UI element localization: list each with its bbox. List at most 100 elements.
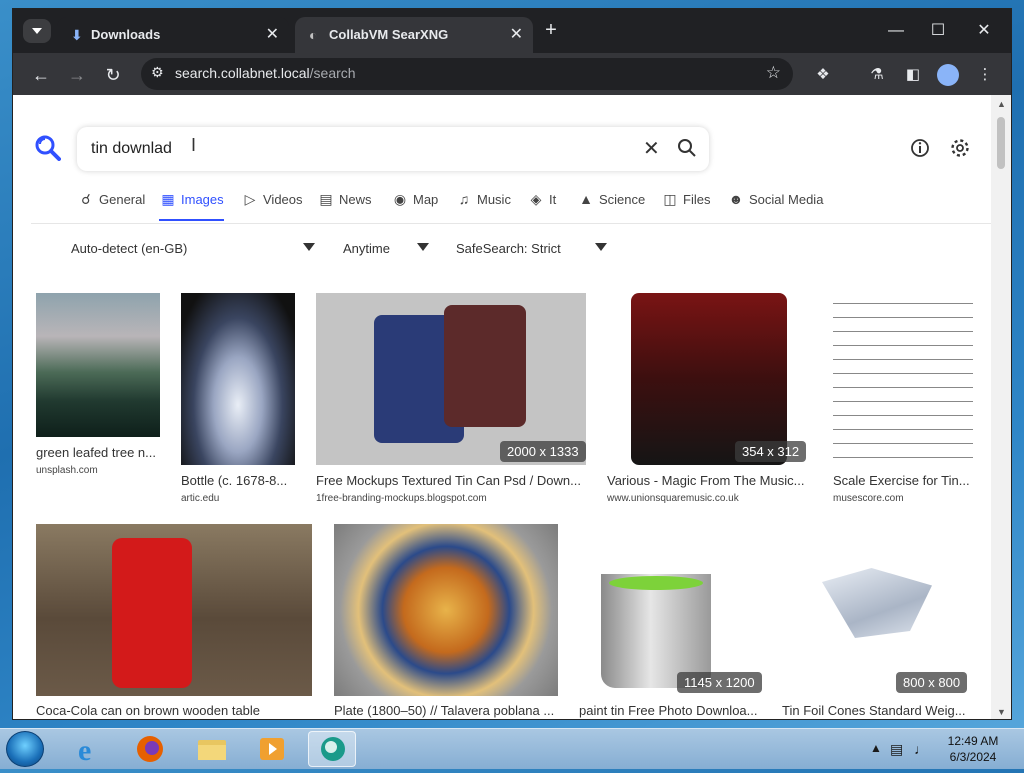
file-explorer-icon[interactable] xyxy=(188,731,236,767)
menu-kebab-icon[interactable]: ⋮ xyxy=(973,63,997,87)
volume-muted-icon[interactable]: ♩ xyxy=(914,741,928,757)
url-text[interactable]: search.collabnet.local/search xyxy=(175,65,356,81)
info-icon[interactable] xyxy=(909,137,931,159)
tab-map[interactable]: ◉ Map xyxy=(391,191,438,215)
image-result[interactable]: 2000 x 1333 Free Mockups Textured Tin Ca… xyxy=(316,293,588,507)
site-info-icon[interactable]: ⚙ xyxy=(151,64,164,81)
image-result[interactable]: Bottle (c. 1678-8... artic.edu xyxy=(181,293,297,507)
tab-news[interactable]: ▤ News xyxy=(317,191,371,215)
tab-music[interactable]: ♫ Music xyxy=(455,191,511,215)
result-thumbnail[interactable] xyxy=(36,293,160,437)
start-button[interactable] xyxy=(6,731,44,767)
page-scrollbar[interactable]: ▲ ▼ xyxy=(991,95,1011,719)
close-window-button[interactable]: ✕ xyxy=(961,17,1007,45)
labs-flask-icon[interactable]: ⚗ xyxy=(865,63,889,87)
image-result[interactable]: green leafed tree n... unsplash.com xyxy=(36,293,162,507)
minimize-button[interactable]: — xyxy=(873,17,919,45)
show-hidden-icons-icon[interactable]: ▲ xyxy=(870,741,882,755)
image-result[interactable]: 800 x 800 Tin Foil Cones Standard Weig..… xyxy=(782,524,978,719)
tab-files[interactable]: ◫ Files xyxy=(661,191,710,215)
tab-videos[interactable]: ▷ Videos xyxy=(241,191,303,215)
searxng-logo-icon[interactable] xyxy=(35,135,61,161)
result-thumbnail[interactable] xyxy=(36,524,312,696)
category-label: Images xyxy=(181,192,224,207)
result-thumbnail[interactable] xyxy=(334,524,558,696)
result-title[interactable]: Various - Magic From The Music... xyxy=(607,473,813,488)
result-title[interactable]: Tin Foil Cones Standard Weig... xyxy=(782,703,972,718)
forward-button[interactable]: → xyxy=(65,63,89,87)
paint-bucket-shape xyxy=(601,574,711,688)
result-source: unsplash.com xyxy=(36,465,98,476)
search-submit-icon[interactable] xyxy=(677,138,697,158)
chevron-down-icon[interactable] xyxy=(303,243,315,251)
tab-collabvm-searxng[interactable]: ◐ CollabVM SearXNG ✕ xyxy=(295,17,533,53)
result-title[interactable]: Plate (1800–50) // Talavera poblana ... xyxy=(334,703,556,718)
internet-explorer-icon[interactable]: e xyxy=(66,731,114,767)
time-range-select[interactable]: Anytime xyxy=(343,241,390,256)
media-player-icon[interactable] xyxy=(248,731,296,767)
network-icon[interactable]: ▤ xyxy=(890,741,903,758)
image-result[interactable]: 354 x 312 Various - Magic From The Music… xyxy=(607,293,813,507)
scroll-thumb[interactable] xyxy=(997,117,1005,169)
extensions-icon[interactable]: ❖ xyxy=(811,63,835,87)
result-thumbnail[interactable] xyxy=(833,293,973,465)
category-label: Files xyxy=(683,192,711,207)
image-result[interactable]: Plate (1800–50) // Talavera poblana ... xyxy=(334,524,560,719)
tab-search-button[interactable] xyxy=(23,19,51,43)
category-label: Social Media xyxy=(749,192,824,207)
clock[interactable]: 12:49 AM 6/3/2024 xyxy=(940,733,1006,765)
image-size-badge: 800 x 800 xyxy=(896,672,968,693)
result-title[interactable]: Free Mockups Textured Tin Can Psd / Down… xyxy=(316,473,588,488)
tab-it[interactable]: ◈ It xyxy=(527,191,557,215)
settings-gear-icon[interactable] xyxy=(949,137,971,159)
language-select[interactable]: Auto-detect (en-GB) xyxy=(71,241,187,256)
windows-taskbar: e ▲ ▤ ♩ 12:49 AM 6/3/2024 xyxy=(0,728,1024,769)
address-bar[interactable]: ⚙ search.collabnet.local/search ☆ xyxy=(141,58,793,90)
play-icon: ▷ xyxy=(244,191,256,207)
result-thumbnail[interactable] xyxy=(579,524,761,696)
globe-icon: ◐ xyxy=(309,27,318,43)
tab-downloads[interactable]: ⬇ Downloads ✕ xyxy=(57,17,289,53)
bookmark-star-icon[interactable]: ☆ xyxy=(766,63,781,83)
tab-general[interactable]: ☌ General xyxy=(77,191,145,215)
result-title[interactable]: paint tin Free Photo Downloa... xyxy=(579,703,761,718)
scroll-up-icon[interactable]: ▲ xyxy=(997,99,1006,109)
result-thumbnail[interactable] xyxy=(782,524,976,696)
back-button[interactable]: ← xyxy=(29,63,53,87)
tab-social-media[interactable]: ☻ Social Media xyxy=(727,191,824,215)
image-result[interactable]: 1145 x 1200 paint tin Free Photo Downloa… xyxy=(579,524,763,719)
close-tab-icon[interactable]: ✕ xyxy=(510,24,523,44)
result-thumbnail[interactable] xyxy=(631,293,787,465)
newspaper-icon: ▤ xyxy=(319,191,333,207)
image-result[interactable]: Scale Exercise for Tin... musescore.com xyxy=(833,293,975,507)
result-thumbnail[interactable] xyxy=(316,293,586,465)
image-result[interactable]: Coca-Cola can on brown wooden table xyxy=(36,524,314,719)
search-box: tin downlad I ✕ xyxy=(77,127,709,171)
result-title[interactable]: Bottle (c. 1678-8... xyxy=(181,473,293,488)
side-panel-icon[interactable]: ◧ xyxy=(901,63,925,87)
category-label: Music xyxy=(477,192,511,207)
maximize-button[interactable]: ☐ xyxy=(915,17,961,45)
result-title[interactable]: Coca-Cola can on brown wooden table xyxy=(36,703,312,718)
reload-button[interactable]: ↻ xyxy=(101,63,125,87)
page-content: tin downlad I ✕ ☌ General ▦ Images ▷ Videos… xyxy=(13,95,991,719)
tab-images[interactable]: ▦ Images xyxy=(159,191,224,221)
new-tab-button[interactable]: + xyxy=(539,19,563,42)
safesearch-select[interactable]: SafeSearch: Strict xyxy=(456,241,561,256)
result-thumbnail[interactable] xyxy=(181,293,295,465)
chevron-down-icon[interactable] xyxy=(417,243,429,251)
result-source: 1free-branding-mockups.blogspot.com xyxy=(316,493,487,504)
tab-science[interactable]: ▲ Science xyxy=(577,191,645,215)
result-title[interactable]: Scale Exercise for Tin... xyxy=(833,473,973,488)
category-label: Videos xyxy=(263,192,303,207)
close-tab-icon[interactable]: ✕ xyxy=(266,24,279,44)
chevron-down-icon[interactable] xyxy=(595,243,607,251)
browser-taskbar-icon[interactable] xyxy=(308,731,356,767)
firefox-icon[interactable] xyxy=(126,731,174,767)
result-title[interactable]: green leafed tree n... xyxy=(36,445,162,460)
profile-avatar[interactable] xyxy=(937,64,959,86)
scroll-down-icon[interactable]: ▼ xyxy=(997,707,1006,717)
clear-search-icon[interactable]: ✕ xyxy=(643,136,660,161)
search-input[interactable]: tin downlad xyxy=(91,140,172,158)
image-size-badge: 354 x 312 xyxy=(735,441,807,462)
